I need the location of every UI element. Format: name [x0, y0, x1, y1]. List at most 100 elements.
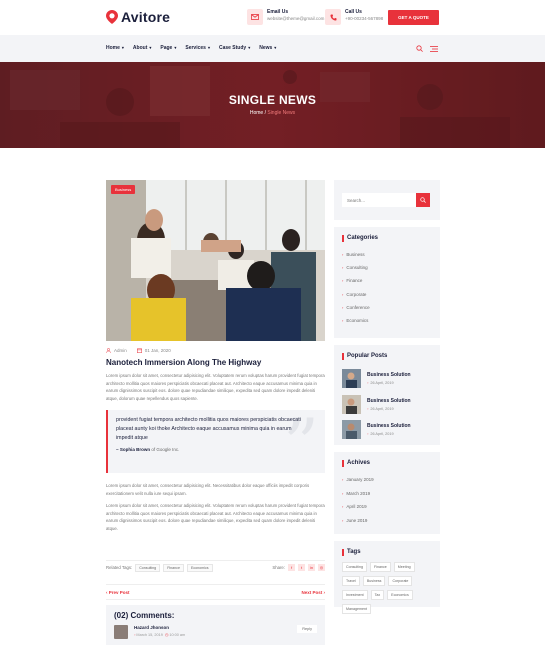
call-contact: Call Us +90-00234-567898	[325, 9, 383, 25]
call-label: Call Us	[345, 9, 362, 15]
post-paragraph: Lorem ipsum dolor sit amet, consectetur …	[106, 373, 325, 401]
main-nav: Home ▾ About ▾ Page ▾ Services ▾ Case Study ▾…	[0, 35, 545, 62]
tag-chip[interactable]: Management	[342, 604, 371, 614]
post-thumbnail	[342, 369, 361, 389]
breadcrumb-separator: /	[264, 110, 266, 116]
email-value[interactable]: website@theme@gmail.com	[267, 16, 324, 22]
category-link[interactable]: › Business	[342, 248, 432, 261]
tag-chip[interactable]: Tax	[370, 590, 385, 600]
tag-chip[interactable]: Economics	[186, 563, 213, 572]
category-link[interactable]: › Consulting	[342, 261, 432, 274]
nav-item-news[interactable]: News ▾	[259, 45, 276, 51]
post-thumbnail	[342, 394, 361, 414]
post-meta: Admin 01 Jan, 2020	[106, 348, 325, 353]
brand-name: Avitore	[121, 9, 171, 25]
nav-label: About	[132, 45, 148, 51]
popular-post[interactable]: Business Solution ▫ 26 April, 2019	[342, 417, 432, 443]
logo[interactable]: Avitore	[106, 9, 170, 25]
linkedin-icon[interactable]: in	[308, 564, 315, 571]
popular-post-title: Business Solution	[367, 372, 411, 379]
chevron-right-icon: ›	[342, 265, 344, 271]
post-content: Business Admin 01 Jan, 2020 Nanotech Imm…	[106, 180, 325, 645]
nav-item-home[interactable]: Home ▾	[106, 45, 124, 51]
archive-link[interactable]: › March 2019	[342, 487, 432, 501]
avatar	[114, 625, 128, 639]
popular-post-date-value: 26 April, 2019	[370, 406, 394, 411]
post-title: Nanotech Immersion Along The Highway	[106, 358, 262, 367]
tag-chip[interactable]: Consulting	[342, 562, 367, 572]
tag-chip[interactable]: Consulting	[135, 563, 161, 572]
tag-chip[interactable]: Meeting	[393, 562, 415, 572]
post-thumbnail	[342, 420, 361, 440]
tag-chip[interactable]: Travel	[342, 576, 360, 586]
call-value[interactable]: +90-00234-567898	[345, 16, 383, 22]
category-link[interactable]: › Corporate	[342, 288, 432, 301]
search-input[interactable]	[342, 193, 416, 207]
facebook-icon[interactable]: f	[288, 564, 295, 571]
quote-author-name: ~ Sophia Brown	[116, 447, 151, 452]
chevron-right-icon: ›	[342, 504, 344, 510]
nav-item-about[interactable]: About ▾	[133, 45, 151, 51]
category-link[interactable]: › Economics	[342, 314, 432, 327]
popular-post[interactable]: Business Solution ▫ 26 April, 2019	[342, 392, 432, 418]
caret-down-icon: ▾	[121, 45, 124, 50]
chevron-right-icon: ›	[342, 318, 344, 324]
popular-posts-widget: Popular Posts Business Solution ▫ 26 April…	[334, 345, 440, 445]
tag-chip[interactable]: Investment	[342, 590, 368, 600]
related-tags: Related Tags: Consulting Finance Economi…	[106, 560, 325, 574]
twitter-icon[interactable]: t	[298, 564, 305, 571]
tags-title: Tags	[342, 549, 432, 556]
prev-post-link[interactable]: ‹ Prev Post	[106, 590, 130, 595]
page-title: SINGLE NEWS	[228, 93, 317, 107]
search-button[interactable]	[416, 193, 430, 207]
menu-icon[interactable]	[430, 46, 438, 52]
email-icon	[247, 9, 263, 25]
nav-label: News	[259, 45, 273, 51]
comment-time-value: 10:00 am	[169, 633, 186, 637]
nav-item-case-study[interactable]: Case Study ▾	[219, 45, 250, 51]
caret-down-icon: ▾	[207, 45, 210, 50]
nav-item-page[interactable]: Page ▾	[160, 45, 176, 51]
tag-chip[interactable]: Business	[362, 576, 386, 586]
search-icon[interactable]	[416, 45, 423, 52]
page-banner: SINGLE NEWS Home / Single News	[0, 62, 545, 148]
search-icon	[420, 197, 426, 203]
popular-post-date-value: 26 April, 2019	[370, 381, 394, 386]
comment-item: Hazard Jhonson ▫ March 15, 2019 ◷ 10:00 …	[114, 625, 317, 639]
category-label: Conference	[346, 304, 370, 310]
tag-chip[interactable]: Corporate	[388, 576, 413, 586]
archive-link[interactable]: › June 2019	[342, 514, 432, 528]
instagram-icon[interactable]: ◎	[318, 564, 325, 571]
archive-label: June 2019	[346, 517, 368, 523]
chevron-right-icon: ›	[342, 291, 344, 297]
archive-label: January 2019	[346, 477, 374, 483]
popular-post-title: Business Solution	[367, 397, 411, 404]
reply-button[interactable]: Reply	[297, 625, 317, 633]
caret-down-icon: ▾	[174, 45, 177, 50]
user-icon	[106, 348, 111, 353]
get-quote-button[interactable]: GET A QUOTE	[388, 10, 439, 25]
next-post-link[interactable]: Next Post ›	[301, 590, 325, 595]
popular-post[interactable]: Business Solution ▫ 26 April, 2019	[342, 366, 432, 392]
tag-chip[interactable]: Finance	[163, 563, 184, 572]
archives-widget: Achives › January 2019 › March 2019 › April…	[334, 452, 440, 534]
archive-link[interactable]: › January 2019	[342, 473, 432, 487]
popular-post-date: ▫ 26 April, 2019	[367, 407, 411, 411]
tag-chip[interactable]: Economics	[387, 590, 413, 600]
nav-item-services[interactable]: Services ▾	[185, 45, 210, 51]
archive-label: April 2019	[346, 504, 367, 510]
breadcrumb-home[interactable]: Home	[250, 110, 263, 116]
quote-author: ~ Sophia Brown of Google Inc.	[116, 447, 317, 452]
post-author[interactable]: Admin	[114, 348, 127, 353]
calendar-icon	[136, 348, 142, 353]
category-link[interactable]: › Finance	[342, 274, 432, 287]
tag-chip[interactable]: Finance	[369, 562, 391, 572]
nav-label: Page	[160, 45, 173, 51]
next-post-label: Next Post	[301, 589, 323, 595]
nav-label: Home	[106, 45, 120, 51]
archive-link[interactable]: › April 2019	[342, 500, 432, 514]
category-badge[interactable]: Business	[111, 185, 136, 194]
post-pager: ‹ Prev Post Next Post ›	[106, 584, 325, 600]
share-label: Share:	[272, 565, 285, 570]
category-link[interactable]: › Conference	[342, 301, 432, 314]
